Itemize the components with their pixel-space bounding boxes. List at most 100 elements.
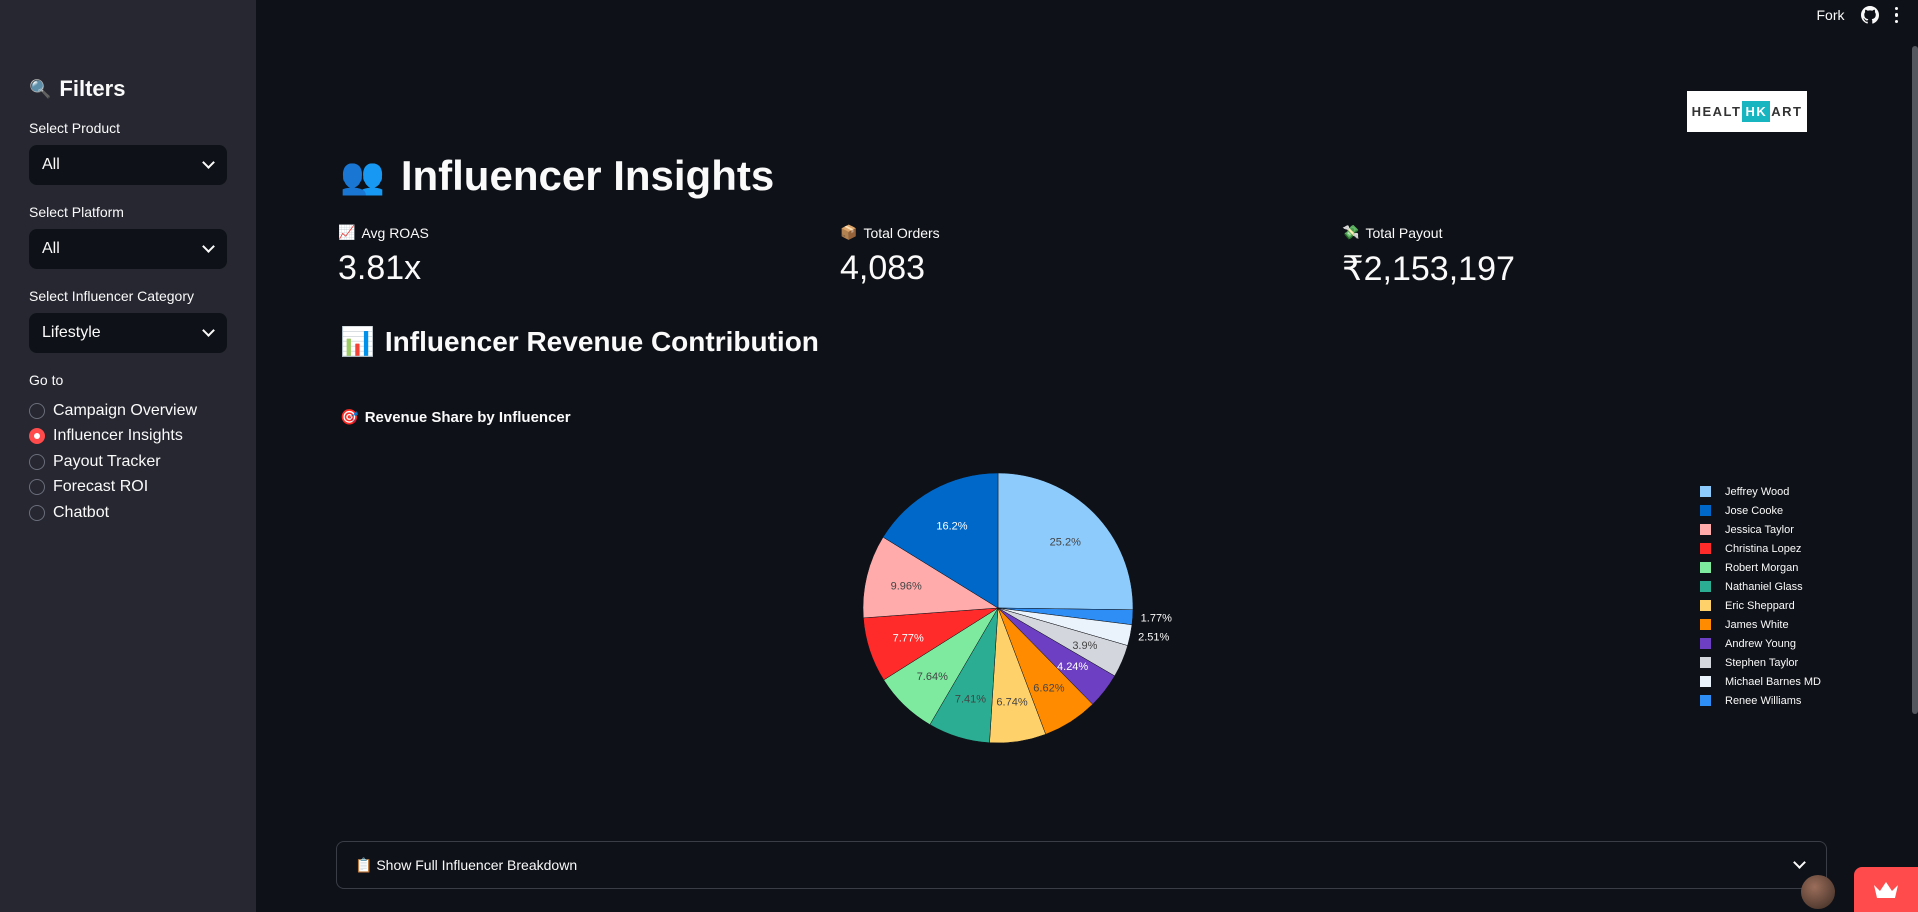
legend-label: Eric Sheppard: [1725, 599, 1795, 612]
sidebar-title-text: Filters: [59, 76, 126, 101]
legend-item[interactable]: Renee Williams: [1700, 691, 1821, 710]
radio-dot-selected: [29, 428, 45, 445]
chevron-down-icon: [1793, 856, 1806, 869]
logo-text-right: ART: [1771, 104, 1803, 119]
pie-slice-label: 7.77%: [893, 633, 924, 645]
page-title: 👥 Influencer Insights: [340, 152, 774, 200]
metric-label: Avg ROAS: [361, 224, 429, 241]
nav-item-label: Payout Tracker: [53, 452, 161, 470]
chart-title: 🎯 Revenue Share by Influencer: [340, 408, 571, 427]
legend-swatch: [1700, 657, 1711, 668]
nav-radio-group: Campaign Overview Influencer Insights Pa…: [29, 398, 197, 526]
nav-campaign-overview[interactable]: Campaign Overview: [29, 398, 197, 424]
chart-title-text: Revenue Share by Influencer: [364, 408, 571, 426]
logo-text-left: HEALT: [1691, 104, 1742, 119]
category-label: Select Influencer Category: [29, 288, 194, 304]
nav-payout-tracker[interactable]: Payout Tracker: [29, 449, 197, 475]
legend-label: Jose Cooke: [1725, 504, 1784, 517]
legend-swatch: [1700, 543, 1711, 554]
healthkart-logo: HEALT HK ART: [1687, 91, 1807, 132]
legend-item[interactable]: Stephen Taylor: [1700, 653, 1821, 672]
legend-label: Jessica Taylor: [1725, 523, 1794, 536]
legend-label: Nathaniel Glass: [1725, 580, 1803, 593]
pie-slice: [997, 607, 1094, 735]
legend-item[interactable]: Nathaniel Glass: [1700, 577, 1821, 596]
legend-swatch: [1700, 581, 1711, 592]
legend-swatch: [1700, 524, 1711, 535]
nav-item-label: Influencer Insights: [53, 427, 183, 445]
pie-slice: [882, 472, 999, 609]
legend-item[interactable]: Robert Morgan: [1700, 558, 1821, 577]
legend-label: Stephen Taylor: [1725, 656, 1799, 669]
kebab-menu-icon[interactable]: [1894, 6, 1898, 24]
nav-chatbot[interactable]: Chatbot: [29, 500, 197, 526]
metric-total-orders: 📦 Total Orders 4,083: [840, 224, 940, 288]
legend-swatch: [1700, 486, 1711, 497]
scrollbar[interactable]: [1912, 46, 1918, 714]
bar-chart-icon: 📊: [340, 326, 375, 357]
nav-item-label: Chatbot: [53, 503, 110, 521]
legend-swatch: [1700, 619, 1711, 630]
legend-label: Michael Barnes MD: [1725, 675, 1821, 688]
nav-influencer-insights[interactable]: Influencer Insights: [29, 424, 197, 450]
pie-slice: [997, 607, 1128, 677]
pie-slice: [862, 536, 999, 619]
legend-item[interactable]: Michael Barnes MD: [1700, 672, 1821, 691]
clipboard-icon: 📋: [355, 856, 373, 873]
target-icon: 🎯: [340, 409, 359, 426]
pie-slice: [997, 607, 1116, 705]
github-icon[interactable]: [1860, 6, 1879, 24]
pie-slice-label: 25.2%: [1050, 537, 1081, 549]
avatar[interactable]: [1801, 875, 1835, 909]
metric-total-payout: 💸 Total Payout ₹2,153,197: [1342, 224, 1515, 289]
legend-item[interactable]: Andrew Young: [1700, 634, 1821, 653]
legend-item[interactable]: Jose Cooke: [1700, 501, 1821, 520]
legend-label: Christina Lopez: [1725, 542, 1802, 555]
legend-swatch: [1700, 695, 1711, 706]
people-icon: 👥: [340, 155, 385, 196]
category-select[interactable]: Lifestyle: [29, 313, 227, 353]
search-icon: 🔍: [29, 78, 52, 99]
legend-item[interactable]: James White: [1700, 615, 1821, 634]
pie-slice: [997, 472, 1134, 611]
section-title-text: Influencer Revenue Contribution: [384, 325, 819, 357]
radio-dot: [29, 479, 45, 496]
section-title: 📊 Influencer Revenue Contribution: [340, 325, 819, 358]
pie-slice: [997, 607, 1134, 626]
legend-swatch: [1700, 676, 1711, 687]
product-select[interactable]: All: [29, 145, 227, 185]
nav-forecast-roi[interactable]: Forecast ROI: [29, 475, 197, 501]
pie-slice-label: 6.62%: [1033, 683, 1064, 695]
metric-value: 3.81x: [338, 249, 422, 287]
top-toolbar: Fork: [1817, 6, 1898, 24]
legend-item[interactable]: Jessica Taylor: [1700, 520, 1821, 539]
pie-slice: [997, 607, 1133, 646]
pie-slice-label: 16.2%: [936, 520, 967, 532]
metric-avg-roas: 📈 Avg ROAS 3.81x: [338, 224, 429, 288]
legend-item[interactable]: Christina Lopez: [1700, 539, 1821, 558]
sidebar-title: 🔍 Filters: [29, 76, 125, 102]
pie-slice: [883, 607, 999, 725]
metric-value: ₹2,153,197: [1342, 250, 1515, 288]
radio-dot: [29, 453, 45, 470]
pie-slice-label: 7.41%: [955, 693, 986, 705]
legend-item[interactable]: Eric Sheppard: [1700, 596, 1821, 615]
metric-label: Total Orders: [863, 224, 940, 241]
pie-slice: [989, 607, 1046, 744]
legend-label: Robert Morgan: [1725, 561, 1799, 574]
influencer-breakdown-expander[interactable]: 📋 Show Full Influencer Breakdown: [336, 841, 1827, 889]
legend-item[interactable]: Jeffrey Wood: [1700, 482, 1821, 501]
legend-swatch: [1700, 600, 1711, 611]
pie-chart: 25.2% 1.77% 2.51% 3.9% 4.24% 6.62% 6.74% 7.41% 7…: [862, 472, 1172, 744]
platform-select[interactable]: All: [29, 229, 227, 269]
platform-select-value: All: [42, 240, 60, 257]
legend-label: James White: [1725, 618, 1789, 631]
pie-slice-label: 7.64%: [917, 671, 948, 683]
radio-dot: [29, 402, 45, 419]
legend-swatch: [1700, 638, 1711, 649]
metric-value: 4,083: [840, 249, 926, 287]
pie-slice-label: 1.77%: [1141, 613, 1172, 625]
pie-slice-label: 6.74%: [996, 696, 1027, 708]
streamlit-crown-badge[interactable]: [1854, 867, 1918, 912]
fork-button[interactable]: Fork: [1817, 7, 1845, 23]
